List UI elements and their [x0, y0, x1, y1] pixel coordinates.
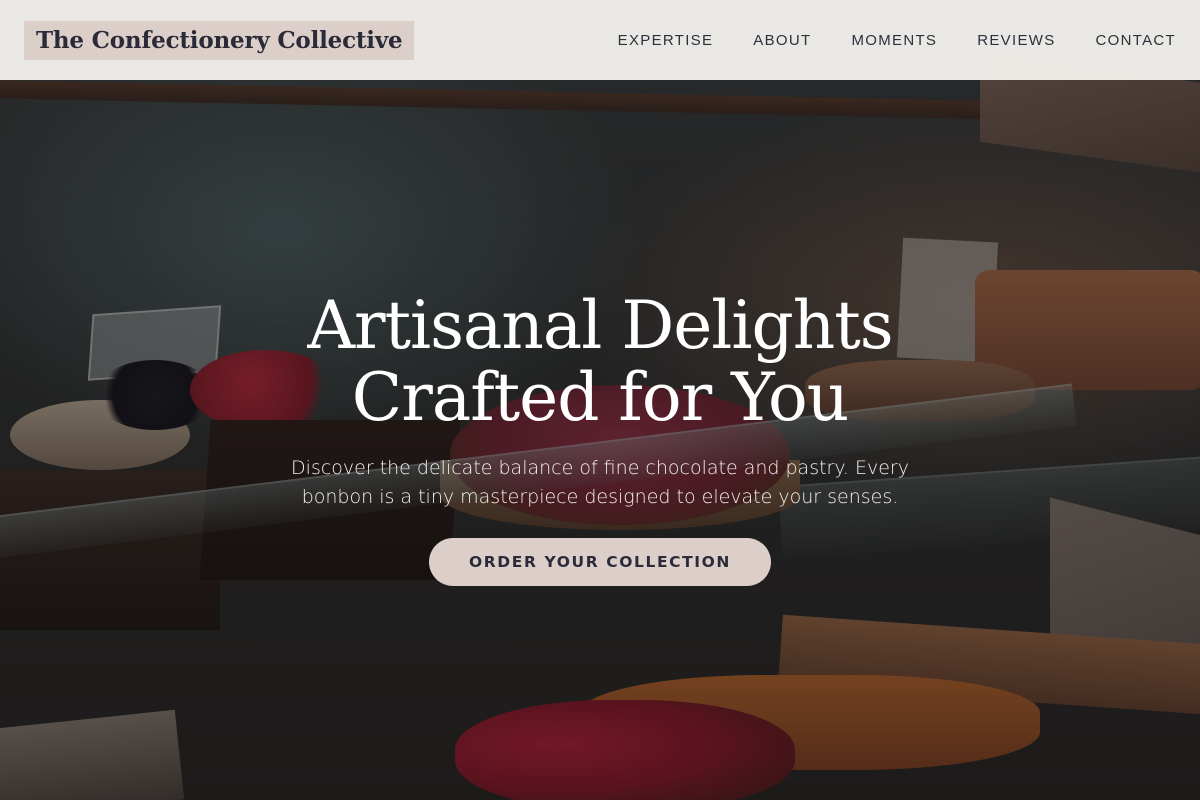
nav-link-moments[interactable]: MOMENTS — [851, 32, 937, 49]
nav-link-expertise[interactable]: EXPERTISE — [618, 32, 714, 49]
hero-title: Artisanal Delights Crafted for You — [0, 290, 1200, 434]
page: The Confectionery Collective EXPERTISE A… — [0, 0, 1200, 800]
order-collection-button[interactable]: ORDER YOUR COLLECTION — [428, 538, 772, 586]
main-nav: EXPERTISE ABOUT MOMENTS REVIEWS CONTACT — [618, 32, 1176, 49]
hero-subtitle: Discover the delicate balance of fine ch… — [291, 457, 909, 508]
nav-link-about[interactable]: ABOUT — [753, 32, 811, 49]
nav-link-reviews[interactable]: REVIEWS — [977, 32, 1055, 49]
site-header: The Confectionery Collective EXPERTISE A… — [0, 0, 1200, 80]
brand-logo[interactable]: The Confectionery Collective — [24, 20, 415, 60]
hero-title-line-1: Artisanal Delights — [307, 287, 893, 364]
hero-title-line-2: Crafted for You — [351, 359, 849, 436]
nav-link-contact[interactable]: CONTACT — [1096, 32, 1176, 49]
hero-section: Artisanal Delights Crafted for You Disco… — [0, 290, 1200, 586]
